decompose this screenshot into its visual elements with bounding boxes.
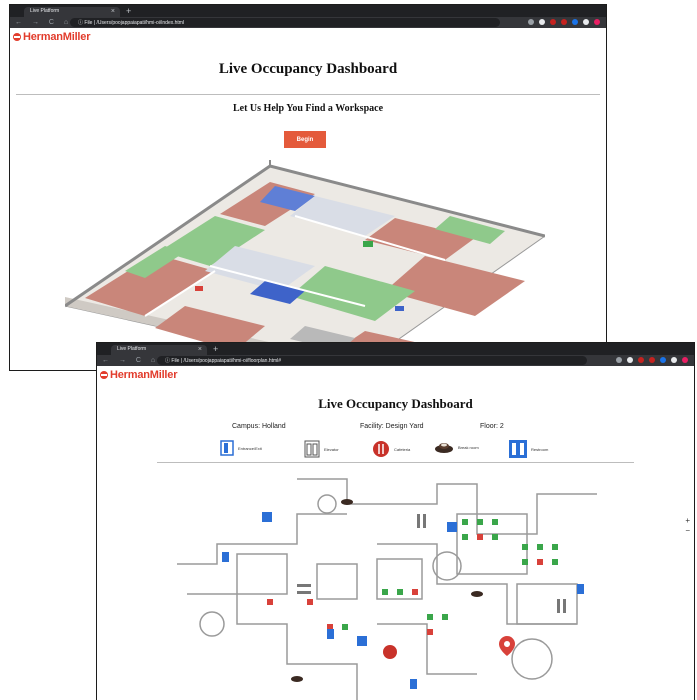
facility-label: Facility: Design Yard [360,423,424,430]
break-room-icon [435,443,453,453]
address-url: ⓘ File | /Users/poojappaiapati/hmi-oi/fl… [165,358,282,364]
legend-restroom: Restroom [509,440,548,458]
begin-button[interactable]: Begin [284,131,326,148]
herman-miller-logo-mark-icon [13,33,21,41]
nav-buttons-icon[interactable]: ← → C ⌂ [102,356,159,365]
page-subtitle: Let Us Help You Find a Workspace [232,103,384,114]
tab-strip: Live Platform × + [97,343,694,355]
header-divider [16,94,600,95]
legend-elevator: Elevator [304,440,339,458]
legend-cafeteria: Cafeteria [372,440,410,458]
herman-miller-logo[interactable]: HermanMiller [100,369,177,381]
page-title: Live Occupancy Dashboard [318,396,473,411]
tab-strip: Live Platform × + [10,5,606,17]
legend-break-room: Break room [434,440,479,454]
new-tab-icon[interactable]: + [213,343,218,355]
floor-label: Floor: 2 [480,423,504,430]
address-bar[interactable]: ⓘ File | /Users/poojappaiapati/hmi-oi/in… [70,18,500,27]
cafeteria-icon [373,441,389,457]
legend-label: Restroom [531,446,549,452]
herman-miller-logo-mark-icon [100,371,108,379]
elevator-icon [304,440,320,458]
browser-tab[interactable]: Live Platform × [111,345,207,355]
isometric-floorplan-illustration [65,160,545,370]
tab-close-icon[interactable]: × [111,7,115,16]
legend-entrance: Entrance/Exit [220,440,262,456]
address-bar-row: ← → C ⌂ ⓘ File | /Users/poojappaiapati/h… [97,355,694,366]
tab-close-icon[interactable]: × [198,345,202,354]
restroom-icon [509,440,527,458]
browser-window-floorplan: Live Platform × + ← → C ⌂ ⓘ File | /User… [97,343,694,700]
address-url: ⓘ File | /Users/poojappaiapati/hmi-oi/in… [78,20,185,26]
tab-title: Live Platform [30,8,60,14]
herman-miller-logo[interactable]: HermanMiller [13,31,90,43]
logo-text: HermanMiller [23,31,91,43]
extension-icons[interactable] [616,357,688,363]
legend-divider [157,462,634,463]
zoom-out-button[interactable]: − [685,526,690,536]
legend-label: Cafeteria [394,446,411,452]
browser-window-index: Live Platform × + ← → C ⌂ ⓘ File | /User… [10,5,606,370]
new-tab-icon[interactable]: + [126,5,131,17]
address-bar[interactable]: ⓘ File | /Users/poojappaiapati/hmi-oi/fl… [157,356,587,365]
entrance-exit-icon [220,440,234,456]
floorplan-map[interactable] [177,474,597,700]
legend-label: Break room [458,444,479,450]
address-bar-row: ← → C ⌂ ⓘ File | /Users/poojappaiapati/h… [10,17,606,28]
browser-tab[interactable]: Live Platform × [24,7,120,17]
extension-icons[interactable] [528,19,600,25]
tab-title: Live Platform [117,346,147,352]
logo-text: HermanMiller [110,369,178,381]
zoom-in-button[interactable]: + [685,516,690,526]
legend-label: Elevator [324,446,339,452]
page-floorplan: HermanMiller Live Occupancy Dashboard Ca… [97,366,694,700]
page-title: Live Occupancy Dashboard [218,61,398,77]
nav-buttons-icon[interactable]: ← → C ⌂ [15,18,72,27]
campus-label: Campus: Holland [232,423,286,430]
legend-label: Entrance/Exit [238,445,262,451]
page-index: HermanMiller Live Occupancy Dashboard Le… [10,28,606,370]
zoom-controls: + − [685,516,690,536]
